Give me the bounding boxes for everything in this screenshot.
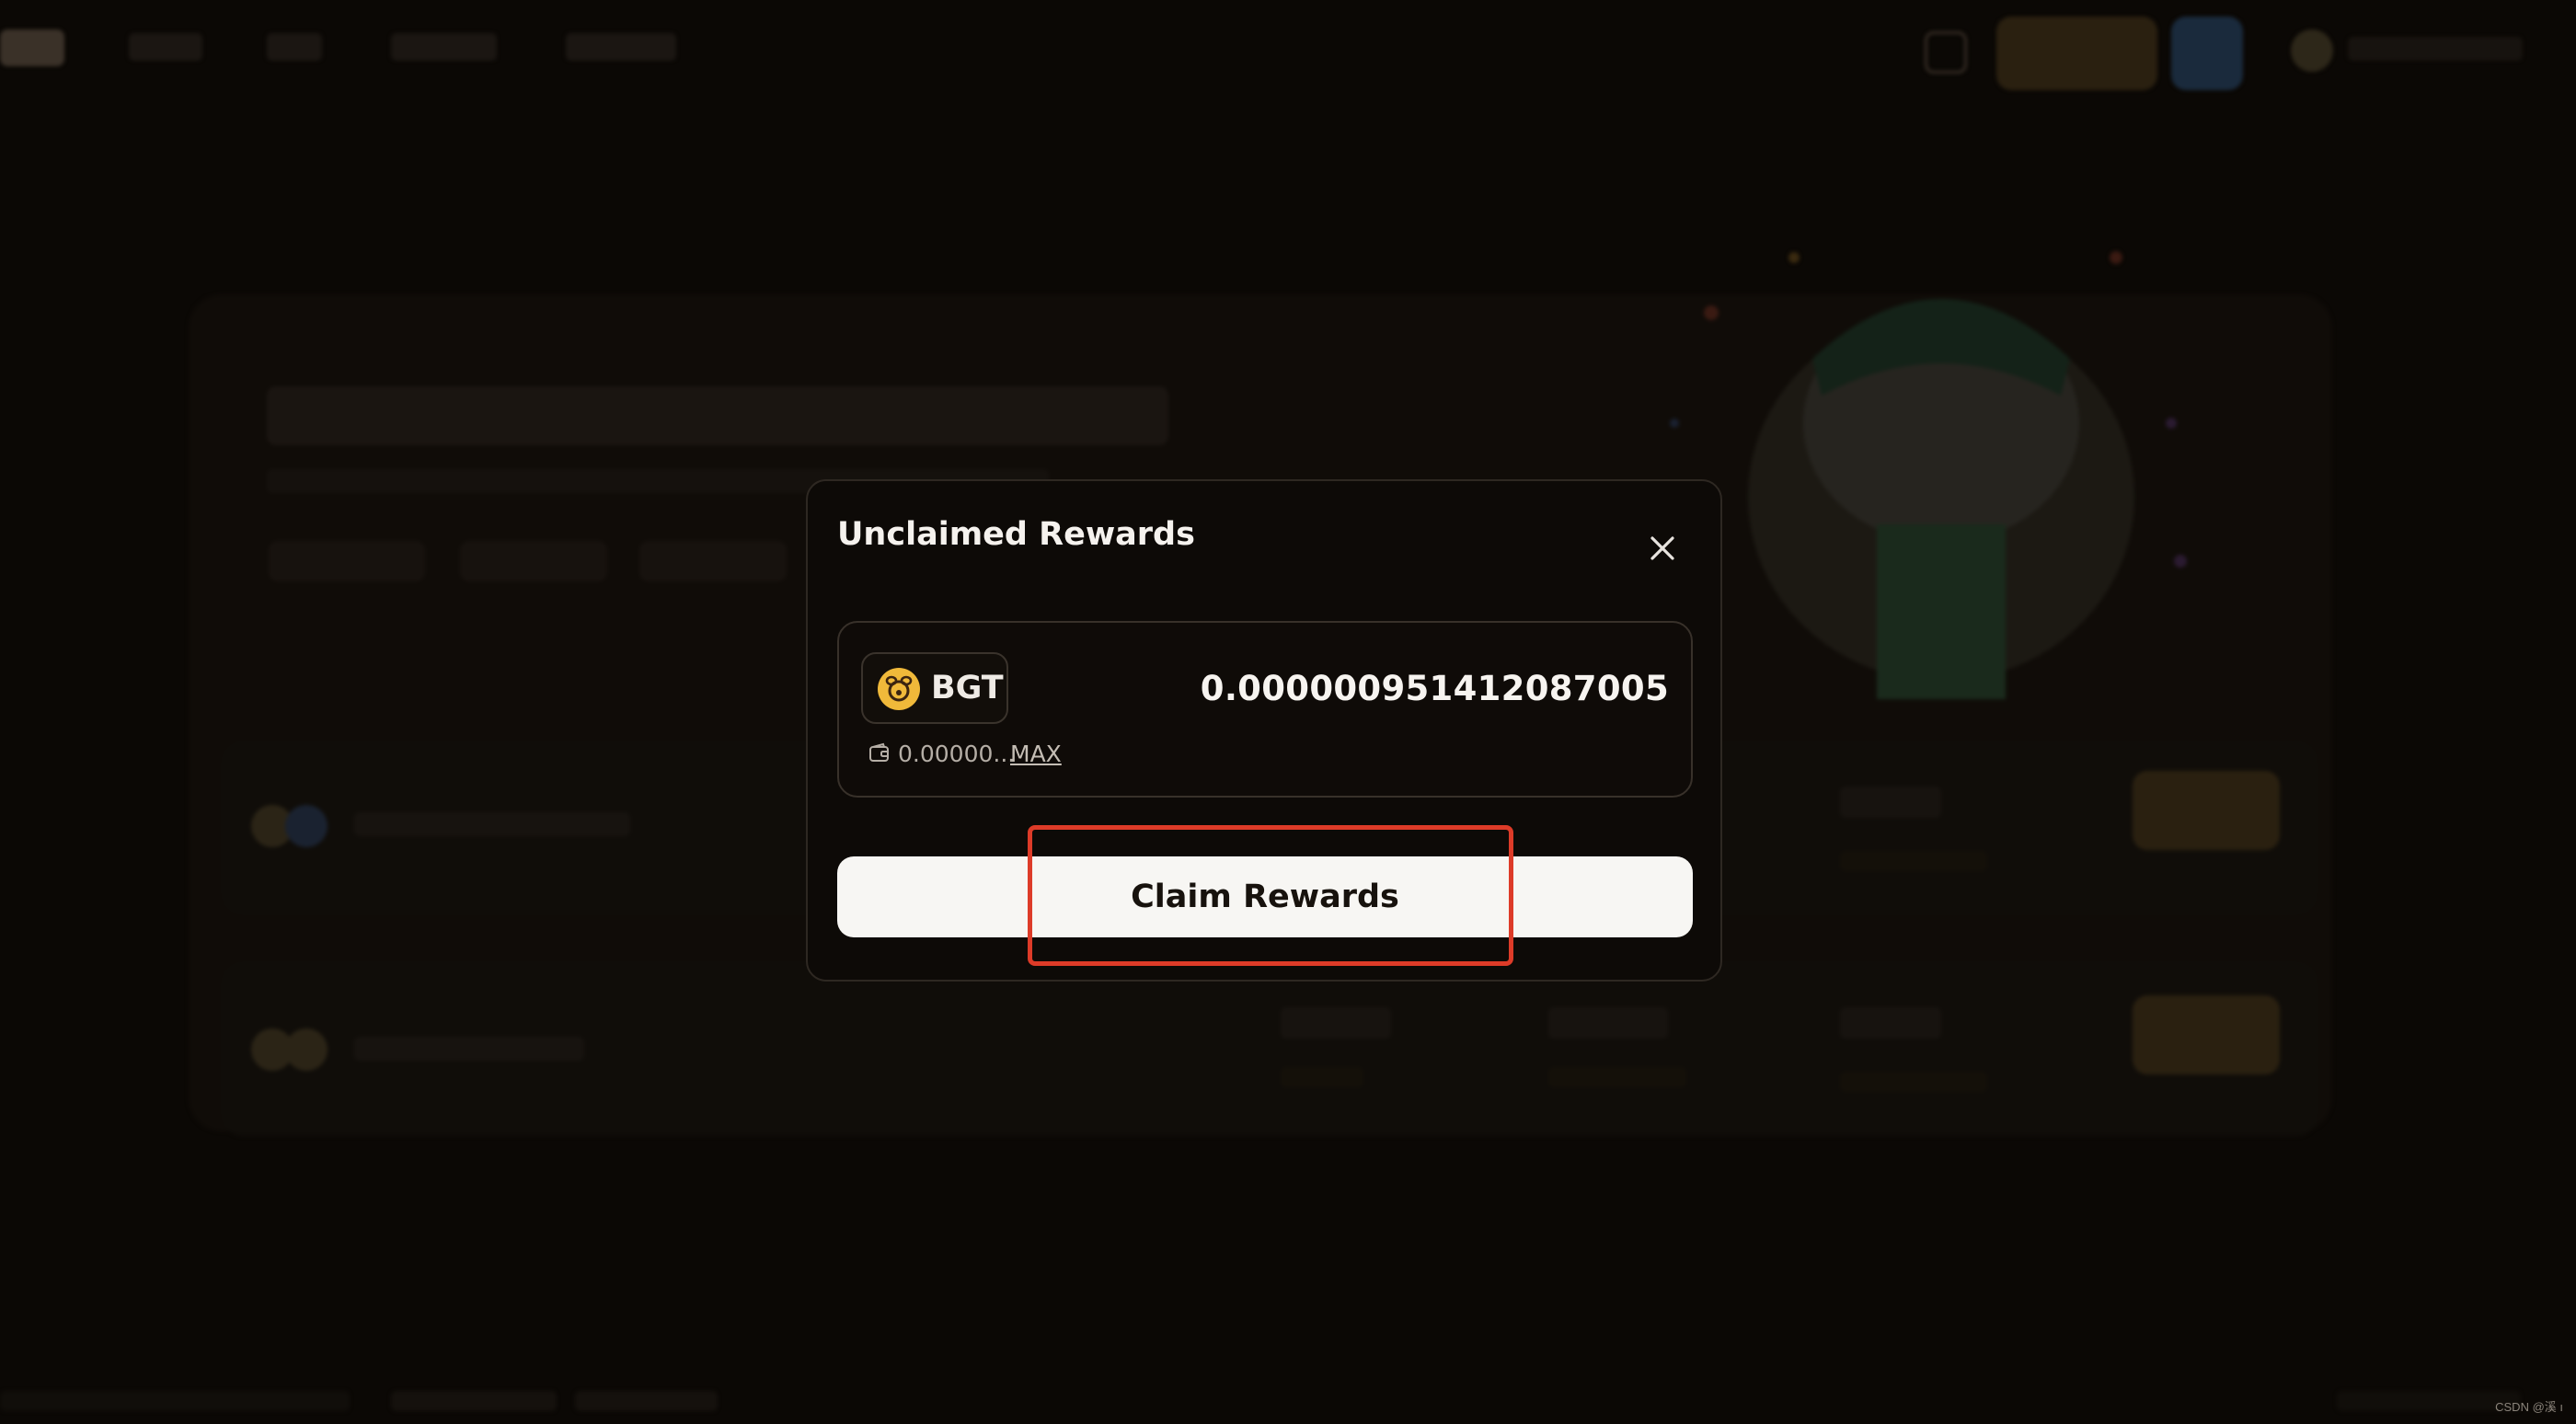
app-logo [0, 29, 64, 66]
stake-chip[interactable] [269, 541, 425, 581]
token-symbol: BGT [931, 670, 1004, 706]
max-button[interactable]: MAX [1010, 741, 1062, 767]
nav-icon-button[interactable] [1925, 31, 1967, 74]
row-label [354, 812, 630, 836]
row-stat-label [1548, 1067, 1686, 1087]
wallet-icon [869, 742, 889, 762]
row-claim-button[interactable] [2133, 995, 2280, 1074]
top-nav [0, 0, 2576, 101]
vote-chip[interactable] [639, 541, 787, 581]
footer-link-terms[interactable] [391, 1391, 557, 1411]
unclaimed-rewards-modal: Unclaimed Rewards BGT 0.0000009514120870… [806, 479, 1722, 982]
row-claim-button[interactable] [2133, 771, 2280, 850]
account-avatar[interactable] [2291, 29, 2333, 72]
row-stat-label [1281, 1067, 1363, 1087]
footer-copyright [0, 1391, 350, 1411]
account-address[interactable] [2348, 37, 2523, 61]
token-selector[interactable]: BGT [861, 652, 1008, 724]
footer-credit [2337, 1391, 2521, 1411]
modal-title: Unclaimed Rewards [837, 516, 1195, 553]
row-token-icon [285, 805, 328, 847]
nav-link[interactable] [566, 33, 676, 61]
nav-network-button[interactable] [2171, 17, 2243, 90]
wallet-balance: 0.00000... [898, 741, 1016, 767]
row-label [354, 1037, 584, 1061]
row-stat [1281, 1007, 1391, 1039]
row-stat [1840, 1007, 1941, 1039]
screen: Unclaimed Rewards BGT 0.0000009514120870… [0, 0, 2576, 1424]
token-amount: 0.000000951412087005 [1200, 669, 1669, 708]
nav-link[interactable] [391, 33, 497, 61]
bear-illustration [1670, 251, 2187, 699]
token-amount-box: BGT 0.000000951412087005 0.00000... MAX [837, 621, 1693, 798]
claim-rewards-button[interactable]: Claim Rewards [837, 856, 1693, 937]
row-stat-label [1840, 851, 1987, 871]
close-icon[interactable] [1641, 527, 1684, 569]
watermark: CSDN @溪 ı [2495, 1400, 2563, 1414]
nav-link[interactable] [129, 33, 202, 61]
burn-chip[interactable] [460, 541, 607, 581]
footer-link-privacy[interactable] [575, 1391, 718, 1411]
row-stat [1840, 787, 1941, 818]
bgt-token-icon [878, 668, 920, 710]
row-stat [1548, 1007, 1668, 1039]
nav-link[interactable] [267, 33, 322, 61]
nav-connect-button[interactable] [1996, 17, 2157, 90]
row-stat-label [1840, 1072, 1987, 1092]
row-token-icon [285, 1028, 328, 1071]
hero-title [267, 386, 1168, 445]
